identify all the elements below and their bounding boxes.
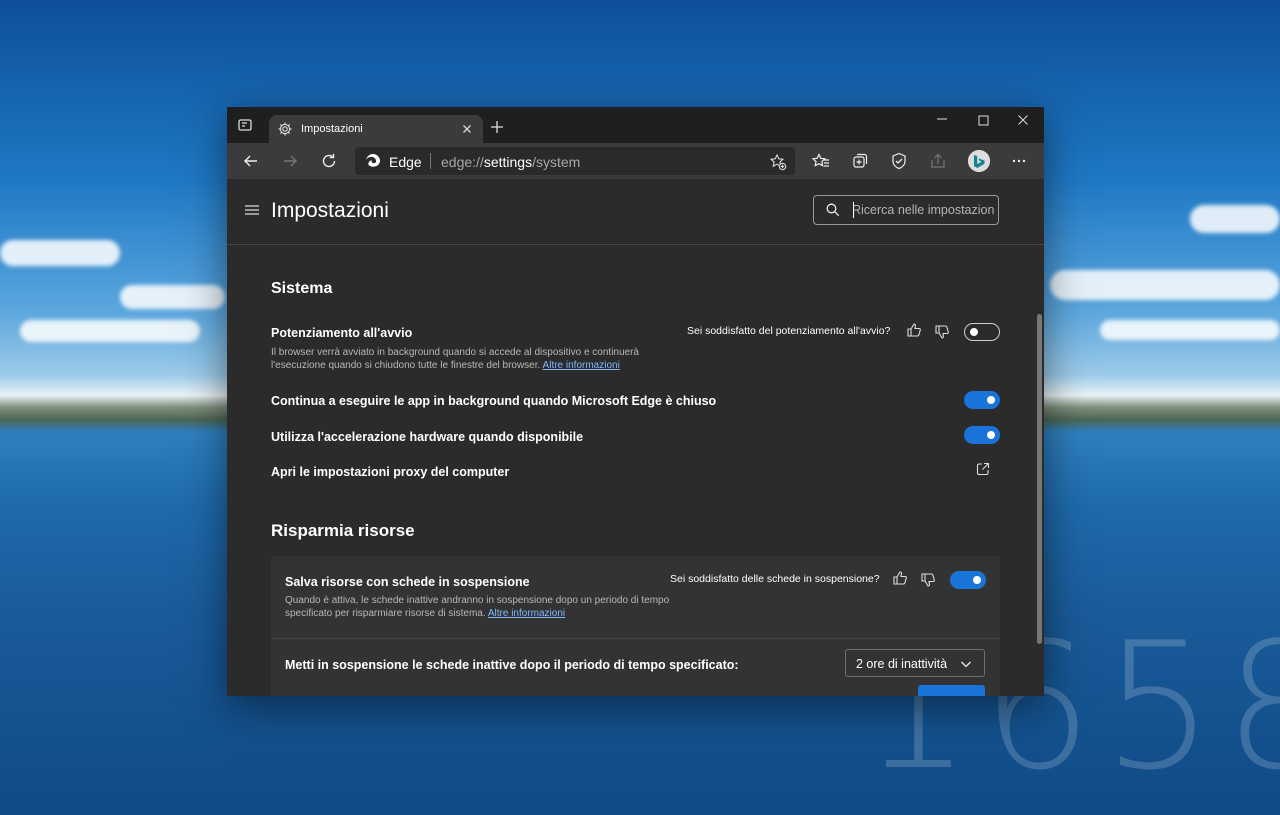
scrollbar[interactable] — [1037, 314, 1042, 644]
profile-avatar[interactable] — [968, 150, 990, 172]
sleeping-tabs-desc: Quando è attiva, le schede inattive andr… — [285, 595, 670, 619]
sleep-after-title: Metti in sospensione le schede inattive … — [285, 658, 739, 672]
external-link-icon[interactable] — [976, 462, 990, 476]
page-title: Impostazioni — [271, 199, 389, 222]
sleeping-tabs-learn-more-link[interactable]: Altre informazioni — [488, 608, 565, 619]
hardware-acceleration-title: Utilizza l'accelerazione hardware quando… — [271, 430, 584, 444]
browser-essentials-icon[interactable] — [889, 151, 909, 171]
settings-search[interactable] — [813, 195, 999, 225]
address-bar[interactable]: Edge edge://settings/system — [355, 147, 795, 175]
share-icon[interactable] — [928, 151, 948, 171]
gear-icon — [278, 122, 292, 136]
new-tab-icon[interactable] — [489, 119, 505, 135]
thumbs-down-icon[interactable] — [934, 324, 950, 340]
maximize-icon[interactable] — [973, 110, 993, 130]
browser-window: Impostazioni Edge edge://settings/system — [227, 107, 1044, 696]
cloud — [0, 240, 120, 266]
sleep-after-dropdown[interactable]: 2 ore di inattività — [845, 649, 985, 677]
edge-logo-icon — [366, 153, 381, 167]
add-favorite-icon[interactable] — [769, 153, 787, 171]
tab-actions-icon[interactable] — [237, 117, 253, 133]
section-title-resources: Risparmia risorse — [271, 521, 415, 540]
menu-icon[interactable] — [245, 204, 259, 216]
address-separator — [430, 153, 431, 169]
startup-boost-desc: Il browser verrà avviato in background q… — [271, 347, 639, 371]
cloud — [120, 285, 225, 309]
sleeping-tabs-card: Salva risorse con schede in sospensione … — [271, 556, 1000, 696]
card-divider — [271, 638, 1000, 639]
startup-boost-toggle[interactable] — [964, 323, 1000, 341]
favorites-icon[interactable] — [811, 151, 831, 171]
search-input[interactable] — [852, 201, 994, 219]
tab-title: Impostazioni — [301, 123, 363, 135]
close-window-icon[interactable] — [1013, 110, 1033, 130]
chevron-down-icon — [961, 661, 971, 668]
toolbar: Edge edge://settings/system — [227, 143, 1044, 179]
background-apps-title: Continua a eseguire le app in background… — [271, 394, 717, 408]
thumbs-up-icon[interactable] — [892, 570, 908, 586]
title-bar: Impostazioni — [227, 107, 1044, 143]
tab-settings[interactable]: Impostazioni — [269, 115, 483, 143]
forward-icon[interactable] — [280, 151, 300, 171]
back-icon[interactable] — [241, 151, 261, 171]
proxy-settings-title: Apri le impostazioni proxy del computer — [271, 465, 510, 479]
startup-boost-learn-more-link[interactable]: Altre informazioni — [543, 360, 620, 371]
search-icon — [826, 203, 840, 217]
cloud — [1100, 320, 1280, 340]
sleeping-tabs-feedback-question: Sei soddisfatto delle schede in sospensi… — [670, 573, 880, 585]
cloud — [1190, 205, 1280, 233]
close-tab-icon[interactable] — [459, 121, 475, 137]
thumbs-up-icon[interactable] — [906, 322, 922, 338]
settings-header: Impostazioni — [227, 179, 1044, 245]
settings-content: Impostazioni Sistema Potenziamento all'a… — [227, 179, 1044, 696]
url-text[interactable]: edge://settings/system — [441, 154, 580, 170]
refresh-icon[interactable] — [319, 151, 339, 171]
background-apps-toggle[interactable] — [964, 391, 1000, 409]
section-title-system: Sistema — [271, 280, 333, 297]
thumbs-down-icon[interactable] — [920, 572, 936, 588]
add-site-button[interactable] — [918, 685, 985, 696]
cloud — [20, 320, 200, 342]
startup-boost-title: Potenziamento all'avvio — [271, 326, 413, 340]
collections-icon[interactable] — [850, 151, 870, 171]
more-options-icon[interactable] — [1009, 151, 1029, 171]
bing-chat-icon — [968, 150, 990, 172]
edge-label: Edge — [389, 154, 422, 170]
hardware-acceleration-toggle[interactable] — [964, 426, 1000, 444]
cloud — [1050, 270, 1280, 300]
sleep-after-value: 2 ore di inattività — [856, 657, 948, 671]
text-caret — [853, 202, 854, 218]
minimize-icon[interactable] — [932, 111, 952, 131]
sleeping-tabs-title: Salva risorse con schede in sospensione — [285, 575, 530, 589]
startup-boost-feedback-question: Sei soddisfatto del potenziamento all'av… — [687, 325, 891, 337]
sleeping-tabs-toggle[interactable] — [950, 571, 986, 589]
